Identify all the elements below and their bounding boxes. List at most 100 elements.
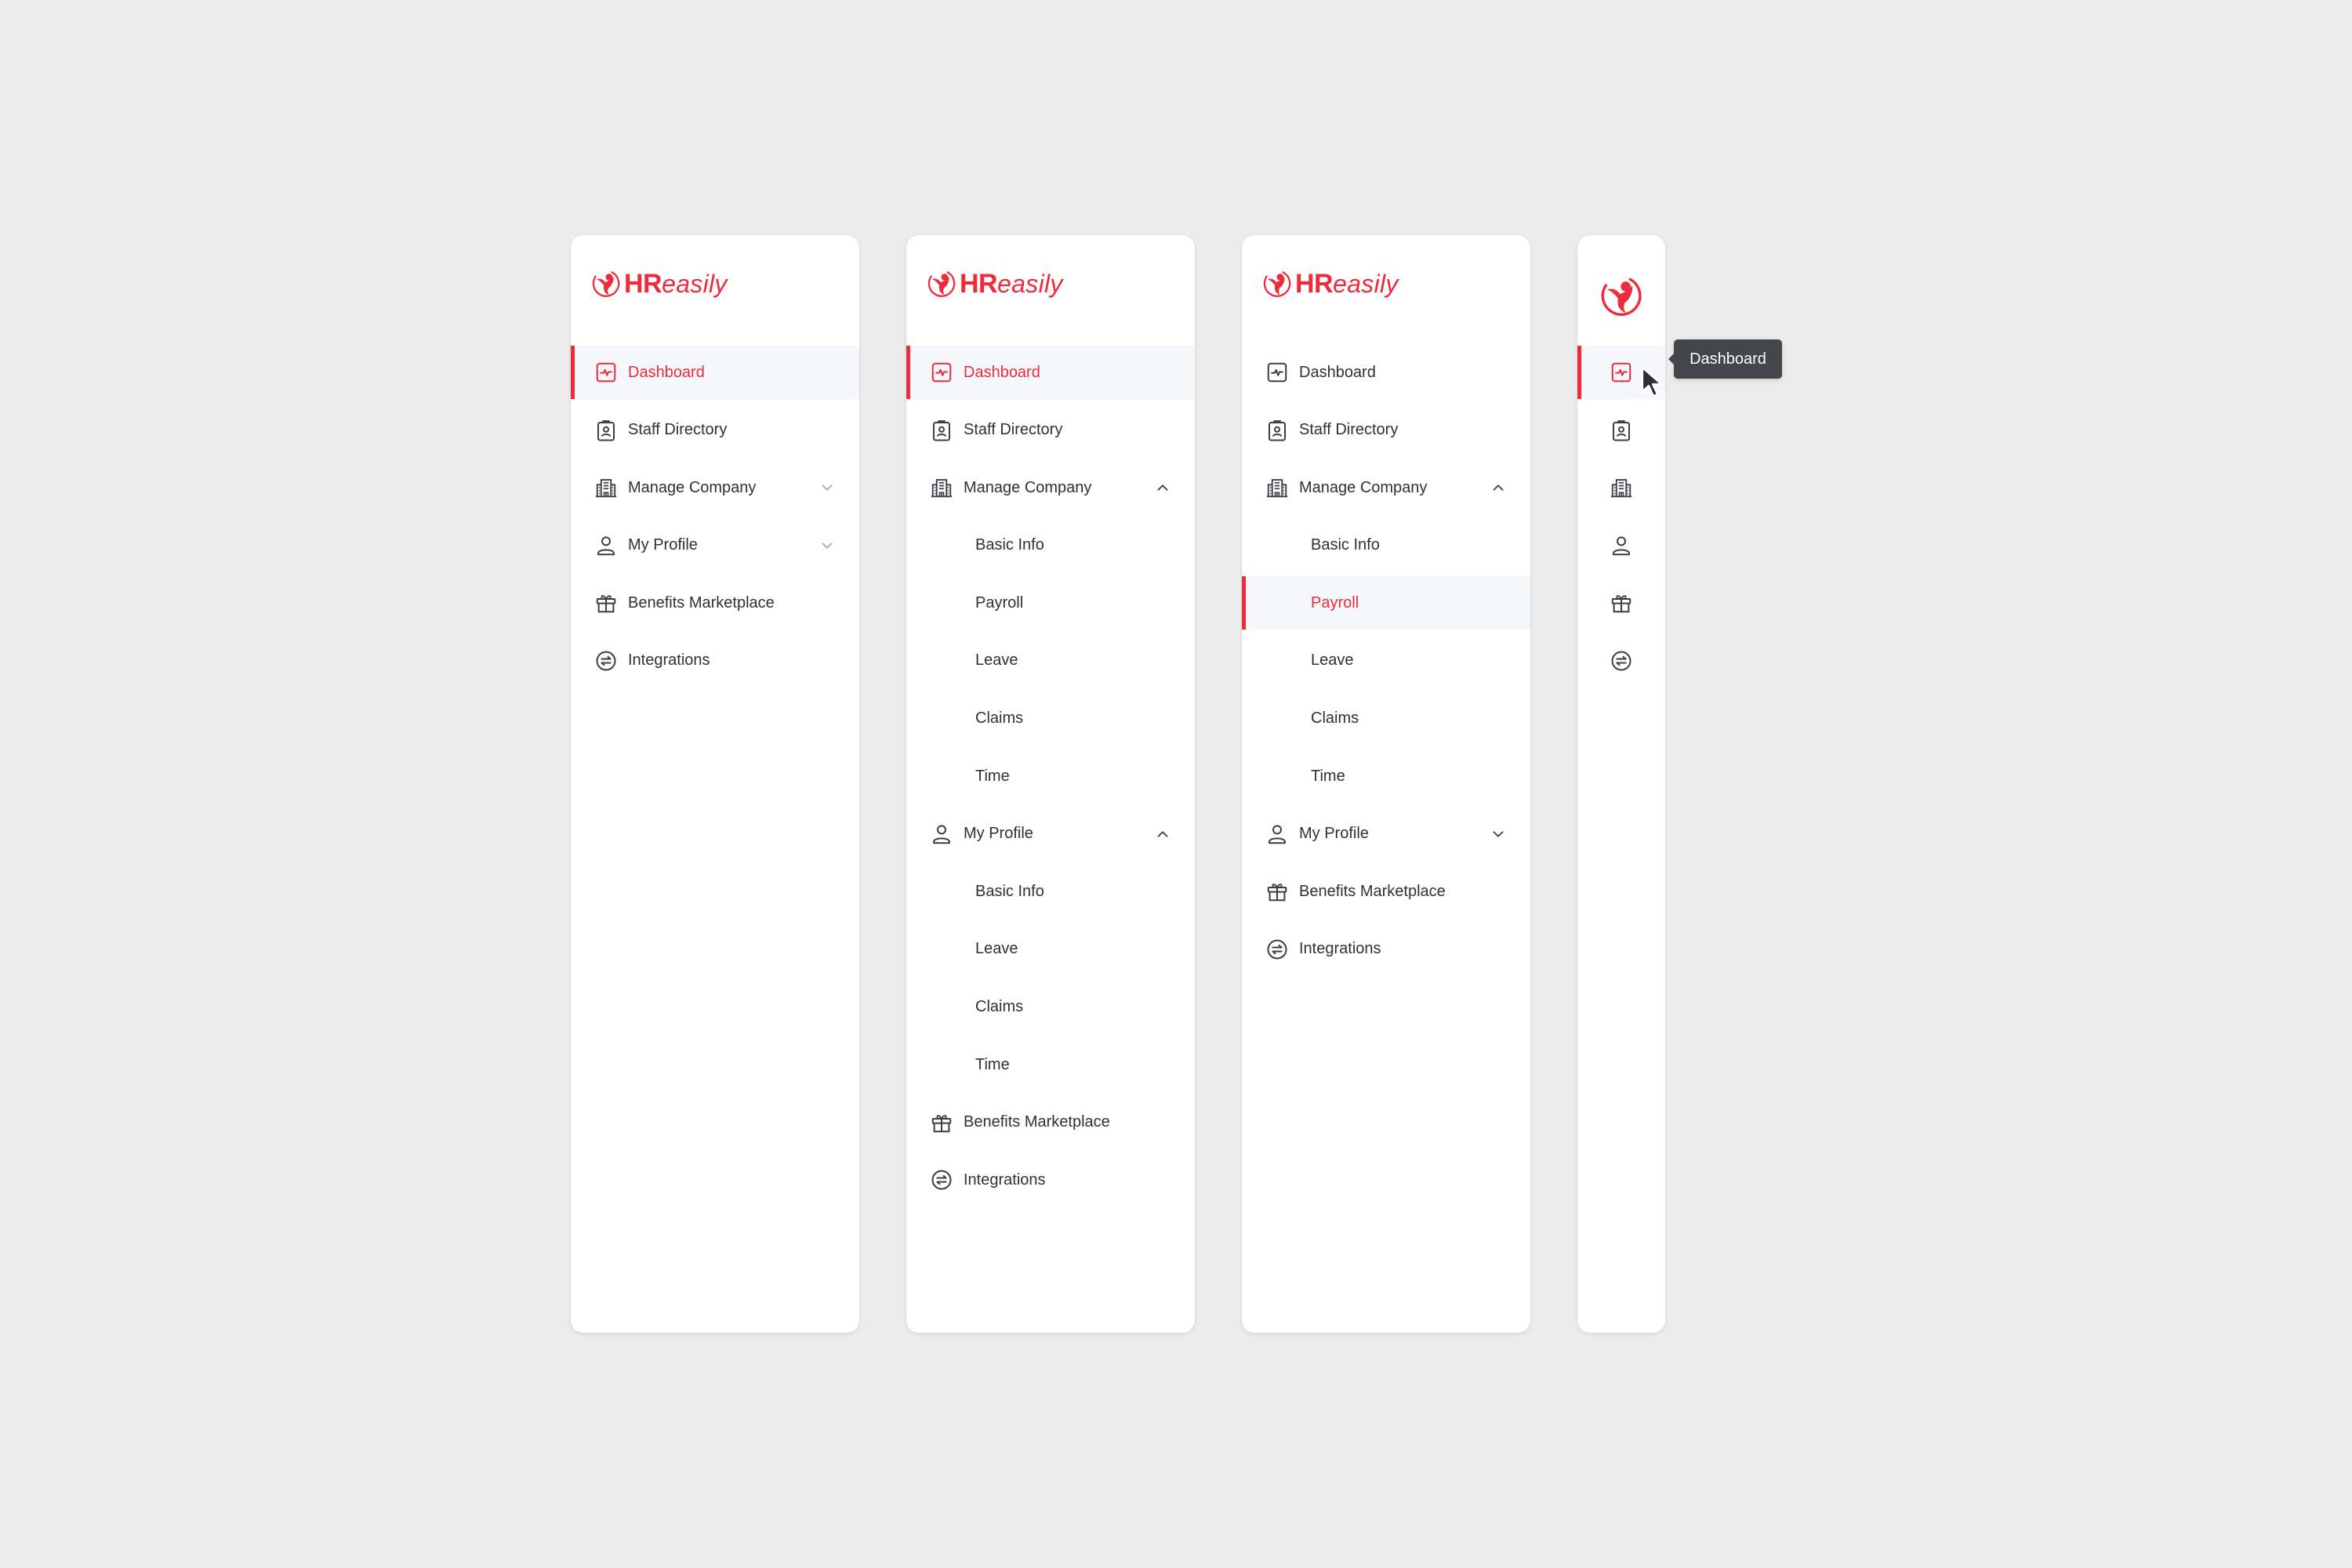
- brand-name-light: easily: [662, 269, 728, 298]
- subnav-item-leave[interactable]: Leave: [906, 923, 1195, 976]
- nav-label: Claims: [975, 710, 1024, 728]
- gift-icon: [1265, 880, 1289, 903]
- nav-item-my-profile[interactable]: My Profile: [906, 808, 1195, 861]
- nav-item-benefits-marketplace[interactable]: Benefits Marketplace: [1242, 865, 1530, 918]
- user-icon: [1265, 822, 1289, 846]
- nav-label: Claims: [1311, 710, 1359, 728]
- nav-label: Manage Company: [628, 478, 757, 496]
- nav-label: Integrations: [628, 652, 710, 670]
- activity-chart-icon: [1610, 361, 1633, 384]
- building-icon: [930, 476, 953, 499]
- brand-name-light: easily: [997, 269, 1063, 298]
- brand-logo[interactable]: HR easily: [591, 268, 728, 299]
- swap-arrows-circle-icon: [1265, 938, 1289, 961]
- chevron-down-icon[interactable]: [1490, 826, 1507, 843]
- nav-item-manage-company[interactable]: Manage Company: [571, 461, 859, 514]
- nav-label: Staff Directory: [628, 421, 728, 439]
- subnav-item-payroll[interactable]: Payroll: [906, 576, 1195, 630]
- nav-item-staff-directory[interactable]: Staff Directory: [1242, 404, 1530, 457]
- nav-label: My Profile: [1299, 825, 1369, 843]
- subnav-item-basic-info[interactable]: Basic Info: [906, 865, 1195, 918]
- subnav-item-claims[interactable]: Claims: [1242, 692, 1530, 746]
- nav-label: Benefits Marketplace: [1299, 882, 1446, 900]
- gift-icon: [1610, 591, 1633, 615]
- nav-item-dashboard[interactable]: Dashboard: [906, 346, 1195, 399]
- nav-label: Benefits Marketplace: [964, 1113, 1110, 1131]
- sidebar-nav: Dashboard Staff Directory Manage Company…: [571, 346, 859, 692]
- nav-item-benefits-marketplace[interactable]: [1577, 576, 1665, 630]
- nav-label: Dashboard: [964, 363, 1040, 381]
- nav-item-my-profile[interactable]: My Profile: [1242, 808, 1530, 861]
- nav-label: My Profile: [628, 536, 698, 554]
- brand-name-light: easily: [1333, 269, 1399, 298]
- activity-chart-icon: [594, 361, 618, 384]
- sidebar-expanded-default: HR easily Dashboard Staff Directory Manag…: [571, 235, 859, 1333]
- id-badge-icon: [594, 419, 618, 442]
- chevron-up-icon[interactable]: [1154, 826, 1171, 843]
- nav-label: Time: [975, 767, 1010, 785]
- nav-item-benefits-marketplace[interactable]: Benefits Marketplace: [571, 576, 859, 630]
- subnav-item-claims[interactable]: Claims: [906, 981, 1195, 1034]
- nav-label: Leave: [975, 652, 1018, 670]
- swap-arrows-circle-icon: [594, 649, 618, 673]
- nav-item-dashboard[interactable]: Dashboard: [1242, 346, 1530, 399]
- nav-item-integrations[interactable]: Integrations: [571, 634, 859, 688]
- nav-item-my-profile[interactable]: [1577, 519, 1665, 572]
- sidebar-nav: Dashboard Staff Directory Manage Company…: [1242, 346, 1530, 981]
- nav-label: Leave: [975, 940, 1018, 958]
- activity-chart-icon: [1265, 361, 1289, 384]
- brand-logo[interactable]: HR easily: [1262, 268, 1399, 299]
- nav-label: Time: [1311, 767, 1345, 785]
- sidebar-nav: Dashboard Staff Directory Manage Company…: [906, 346, 1195, 1211]
- nav-label: Claims: [975, 998, 1024, 1016]
- nav-item-manage-company[interactable]: Manage Company: [906, 461, 1195, 514]
- nav-item-staff-directory[interactable]: Staff Directory: [906, 404, 1195, 457]
- nav-item-manage-company[interactable]: [1577, 461, 1665, 514]
- nav-label: Manage Company: [964, 478, 1092, 496]
- hreasily-logo-icon: [591, 269, 621, 299]
- chevron-up-icon[interactable]: [1154, 479, 1171, 496]
- nav-label: Integrations: [1299, 940, 1381, 958]
- nav-item-my-profile[interactable]: My Profile: [571, 519, 859, 572]
- nav-item-integrations[interactable]: Integrations: [1242, 923, 1530, 976]
- user-icon: [594, 534, 618, 557]
- gift-icon: [930, 1111, 953, 1134]
- nav-label: Basic Info: [975, 882, 1044, 900]
- nav-label: Staff Directory: [964, 421, 1063, 439]
- tooltip-dashboard: Dashboard: [1668, 339, 1782, 379]
- subnav-item-time[interactable]: Time: [906, 1038, 1195, 1091]
- chevron-down-icon[interactable]: [818, 479, 836, 496]
- subnav-item-basic-info[interactable]: Basic Info: [1242, 519, 1530, 572]
- nav-label: Time: [975, 1055, 1010, 1073]
- gift-icon: [594, 591, 618, 615]
- nav-label: Dashboard: [1299, 363, 1376, 381]
- hreasily-logo-icon[interactable]: [1599, 274, 1643, 318]
- nav-item-integrations[interactable]: [1577, 634, 1665, 688]
- nav-item-integrations[interactable]: Integrations: [906, 1153, 1195, 1207]
- subnav-item-basic-info[interactable]: Basic Info: [906, 519, 1195, 572]
- nav-item-staff-directory[interactable]: Staff Directory: [571, 404, 859, 457]
- building-icon: [1610, 476, 1633, 499]
- chevron-down-icon[interactable]: [818, 537, 836, 554]
- swap-arrows-circle-icon: [930, 1168, 953, 1192]
- subnav-item-leave[interactable]: Leave: [1242, 634, 1530, 688]
- nav-item-dashboard[interactable]: Dashboard: [571, 346, 859, 399]
- subnav-item-time[interactable]: Time: [1242, 750, 1530, 803]
- subnav-item-time[interactable]: Time: [906, 750, 1195, 803]
- subnav-item-payroll[interactable]: Payroll: [1242, 576, 1530, 630]
- subnav-item-leave[interactable]: Leave: [906, 634, 1195, 688]
- subnav-item-claims[interactable]: Claims: [906, 692, 1195, 746]
- nav-label: Payroll: [1311, 593, 1359, 612]
- brand-logo[interactable]: HR easily: [927, 268, 1063, 299]
- nav-item-manage-company[interactable]: Manage Company: [1242, 461, 1530, 514]
- brand-name-bold: HR: [960, 268, 998, 299]
- nav-item-benefits-marketplace[interactable]: Benefits Marketplace: [906, 1096, 1195, 1149]
- swap-arrows-circle-icon: [1610, 649, 1633, 673]
- chevron-up-icon[interactable]: [1490, 479, 1507, 496]
- nav-item-staff-directory[interactable]: [1577, 404, 1665, 457]
- nav-label: Integrations: [964, 1171, 1046, 1189]
- brand-name-bold: HR: [1295, 268, 1334, 299]
- id-badge-icon: [1610, 419, 1633, 442]
- sidebar-collapsed: [1577, 235, 1665, 1333]
- nav-label: Leave: [1311, 652, 1354, 670]
